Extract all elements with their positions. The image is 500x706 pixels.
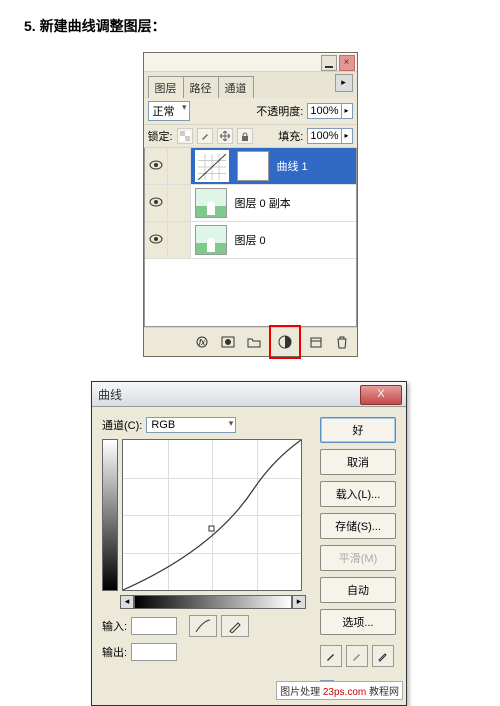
lock-all-icon[interactable] [237, 128, 253, 144]
save-button[interactable]: 存储(S)... [320, 513, 396, 539]
layer-name: 曲线 1 [273, 158, 308, 174]
fill-input[interactable]: 100%▸ [307, 128, 352, 144]
panel-tabs: 图层 路径 通道 ▸ [144, 72, 357, 98]
dialog-titlebar[interactable]: 曲线 X [92, 382, 406, 407]
tab-layers[interactable]: 图层 [148, 76, 184, 98]
layer-list: 曲线 1 图层 0 副本 图层 0 [144, 148, 357, 327]
layers-panel: × 图层 路径 通道 ▸ 正常 不透明度: 100%▸ 锁定: 填充: 100%… [143, 52, 358, 357]
dialog-title: 曲线 [98, 386, 122, 403]
opacity-label: 不透明度: [256, 103, 303, 119]
eyedropper-group [320, 645, 396, 667]
curves-dialog: 曲线 X 通道(C): RGB ◂ ▸ 输入: [91, 381, 407, 706]
gray-point-eyedropper-icon[interactable] [346, 645, 368, 667]
lock-transparency-icon[interactable] [177, 128, 193, 144]
lock-label: 锁定: [148, 128, 173, 144]
visibility-icon[interactable] [149, 233, 163, 247]
new-group-icon[interactable] [243, 332, 265, 352]
curves-graph[interactable] [122, 439, 302, 591]
delete-layer-icon[interactable] [331, 332, 353, 352]
tab-paths[interactable]: 路径 [183, 76, 219, 98]
load-button[interactable]: 载入(L)... [320, 481, 396, 507]
panel-menu-icon[interactable]: ▸ [335, 74, 353, 92]
cancel-button[interactable]: 取消 [320, 449, 396, 475]
layer-row-base[interactable]: 图层 0 [145, 222, 356, 259]
layer-style-icon[interactable]: fx [191, 332, 213, 352]
layer-thumbnail[interactable] [195, 225, 227, 255]
link-column[interactable] [168, 222, 191, 258]
input-value-field[interactable] [131, 617, 177, 635]
layer-mask-icon[interactable] [217, 332, 239, 352]
curve-pencil-tool-icon[interactable] [221, 615, 249, 637]
blend-mode-select[interactable]: 正常 [148, 101, 190, 121]
smooth-button: 平滑(M) [320, 545, 396, 571]
panel-titlebar: × [144, 53, 357, 72]
x-arrow-left[interactable]: ◂ [120, 595, 134, 609]
output-label: 输出: [102, 644, 127, 660]
channel-select[interactable]: RGB [146, 417, 236, 433]
new-layer-icon[interactable] [305, 332, 327, 352]
white-point-eyedropper-icon[interactable] [372, 645, 394, 667]
opacity-input[interactable]: 100%▸ [307, 103, 352, 119]
step-heading: 5. 新建曲线调整图层： [0, 0, 500, 36]
layer-name: 图层 0 副本 [231, 195, 291, 211]
tab-channels[interactable]: 通道 [218, 76, 254, 98]
fill-label: 填充: [278, 128, 303, 144]
adjustment-layer-highlight [269, 325, 301, 359]
layer-row-copy[interactable]: 图层 0 副本 [145, 185, 356, 222]
options-button[interactable]: 选项... [320, 609, 396, 635]
layer-thumbnail[interactable] [195, 188, 227, 218]
new-adjustment-layer-icon[interactable] [274, 332, 296, 352]
auto-button[interactable]: 自动 [320, 577, 396, 603]
y-gradient-bar [102, 439, 118, 591]
link-column[interactable] [168, 148, 191, 184]
black-point-eyedropper-icon[interactable] [320, 645, 342, 667]
output-value-field[interactable] [131, 643, 177, 661]
lock-move-icon[interactable] [217, 128, 233, 144]
curves-thumbnail[interactable] [195, 150, 229, 182]
link-column[interactable] [168, 185, 191, 221]
visibility-icon[interactable] [149, 159, 163, 173]
visibility-icon[interactable] [149, 196, 163, 210]
layer-row-curves[interactable]: 曲线 1 [145, 148, 356, 185]
close-icon[interactable]: × [339, 55, 355, 71]
lock-fill-row: 锁定: 填充: 100%▸ [144, 125, 357, 148]
input-label: 输入: [102, 618, 127, 634]
mask-thumbnail[interactable] [237, 151, 269, 181]
x-arrow-right[interactable]: ▸ [292, 595, 306, 609]
curve-point-tool-icon[interactable] [189, 615, 217, 637]
blend-opacity-row: 正常 不透明度: 100%▸ [144, 98, 357, 125]
panel-bottom-toolbar: fx [144, 327, 357, 356]
layer-name: 图层 0 [231, 232, 266, 248]
ok-button[interactable]: 好 [320, 417, 396, 443]
channel-label: 通道(C): [102, 417, 142, 433]
x-gradient-bar [134, 595, 292, 609]
dialog-close-button[interactable]: X [360, 385, 402, 405]
lock-paint-icon[interactable] [197, 128, 213, 144]
svg-text:fx: fx [198, 338, 205, 347]
watermark: 图片处理 23ps.com 教程网 [276, 681, 403, 700]
minimize-icon[interactable] [321, 55, 337, 71]
